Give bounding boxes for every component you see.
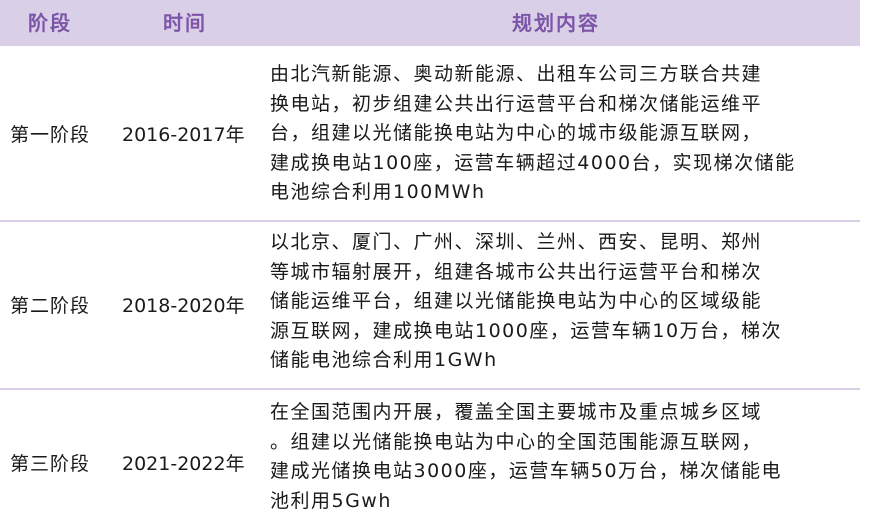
- content-line: 。组建以光储能换电站为中心的全国范围能源互联网，: [270, 430, 763, 453]
- content-line: 等城市辐射展开，组建各城市公共出行运营平台和梯次: [270, 260, 763, 283]
- header-stage: 阶段: [28, 11, 72, 35]
- row-stage: 第二阶段: [10, 295, 91, 317]
- row-stage: 第三阶段: [10, 453, 91, 475]
- content-line: 换电站，初步组建公共出行运营平台和梯次储能运维平: [270, 92, 763, 115]
- content-line: 由北汽新能源、奥动新能源、出租车公司三方联合共建: [270, 63, 763, 85]
- row-stage: 第一阶段: [10, 124, 91, 146]
- content-line: 源互联网，建成换电站1000座，运营车辆10万台，梯次: [270, 319, 783, 342]
- table-row: 第二阶段 2018-2020年 以北京、厦门、广州、深圳、兰州、西安、昆明、郑州…: [0, 222, 874, 388]
- table-row: 第三阶段 2021-2022年 在全国范围内开展，覆盖全国主要城市及重点城乡区域…: [0, 390, 874, 517]
- row-content: 由北汽新能源、奥动新能源、出租车公司三方联合共建 换电站，初步组建公共出行运营平…: [270, 60, 860, 208]
- content-line: 储能运维平台，组建以光储能换电站为中心的区域级能: [270, 290, 763, 312]
- content-line: 以北京、厦门、广州、深圳、兰州、西安、昆明、郑州: [270, 231, 763, 253]
- content-line: 电池综合利用100MWh: [270, 181, 486, 203]
- header-time: 时间: [163, 11, 207, 35]
- row-time: 2021-2022年: [122, 453, 245, 475]
- content-line: 储能电池综合利用1GWh: [270, 349, 498, 371]
- content-line: 台，组建以光储能换电站为中心的城市级能源互联网，: [270, 122, 763, 144]
- content-line: 建成光储换电站3000座，运营车辆50万台，梯次储能电: [270, 460, 783, 482]
- content-line: 在全国范围内开展，覆盖全国主要城市及重点城乡区域: [270, 401, 763, 423]
- table-row: 第一阶段 2016-2017年 由北汽新能源、奥动新能源、出租车公司三方联合共建…: [0, 46, 874, 220]
- table-header: 阶段 时间 规划内容: [0, 0, 860, 46]
- row-time: 2016-2017年: [122, 124, 245, 146]
- row-content: 以北京、厦门、广州、深圳、兰州、西安、昆明、郑州 等城市辐射展开，组建各城市公共…: [270, 228, 860, 376]
- header-content: 规划内容: [512, 11, 600, 35]
- content-line: 池利用5Gwh: [270, 489, 392, 512]
- content-line: 建成换电站100座，运营车辆超过4000台，实现梯次储能: [270, 151, 796, 174]
- row-content: 在全国范围内开展，覆盖全国主要城市及重点城乡区域 。组建以光储能换电站为中心的全…: [270, 398, 860, 516]
- row-time: 2018-2020年: [122, 295, 245, 317]
